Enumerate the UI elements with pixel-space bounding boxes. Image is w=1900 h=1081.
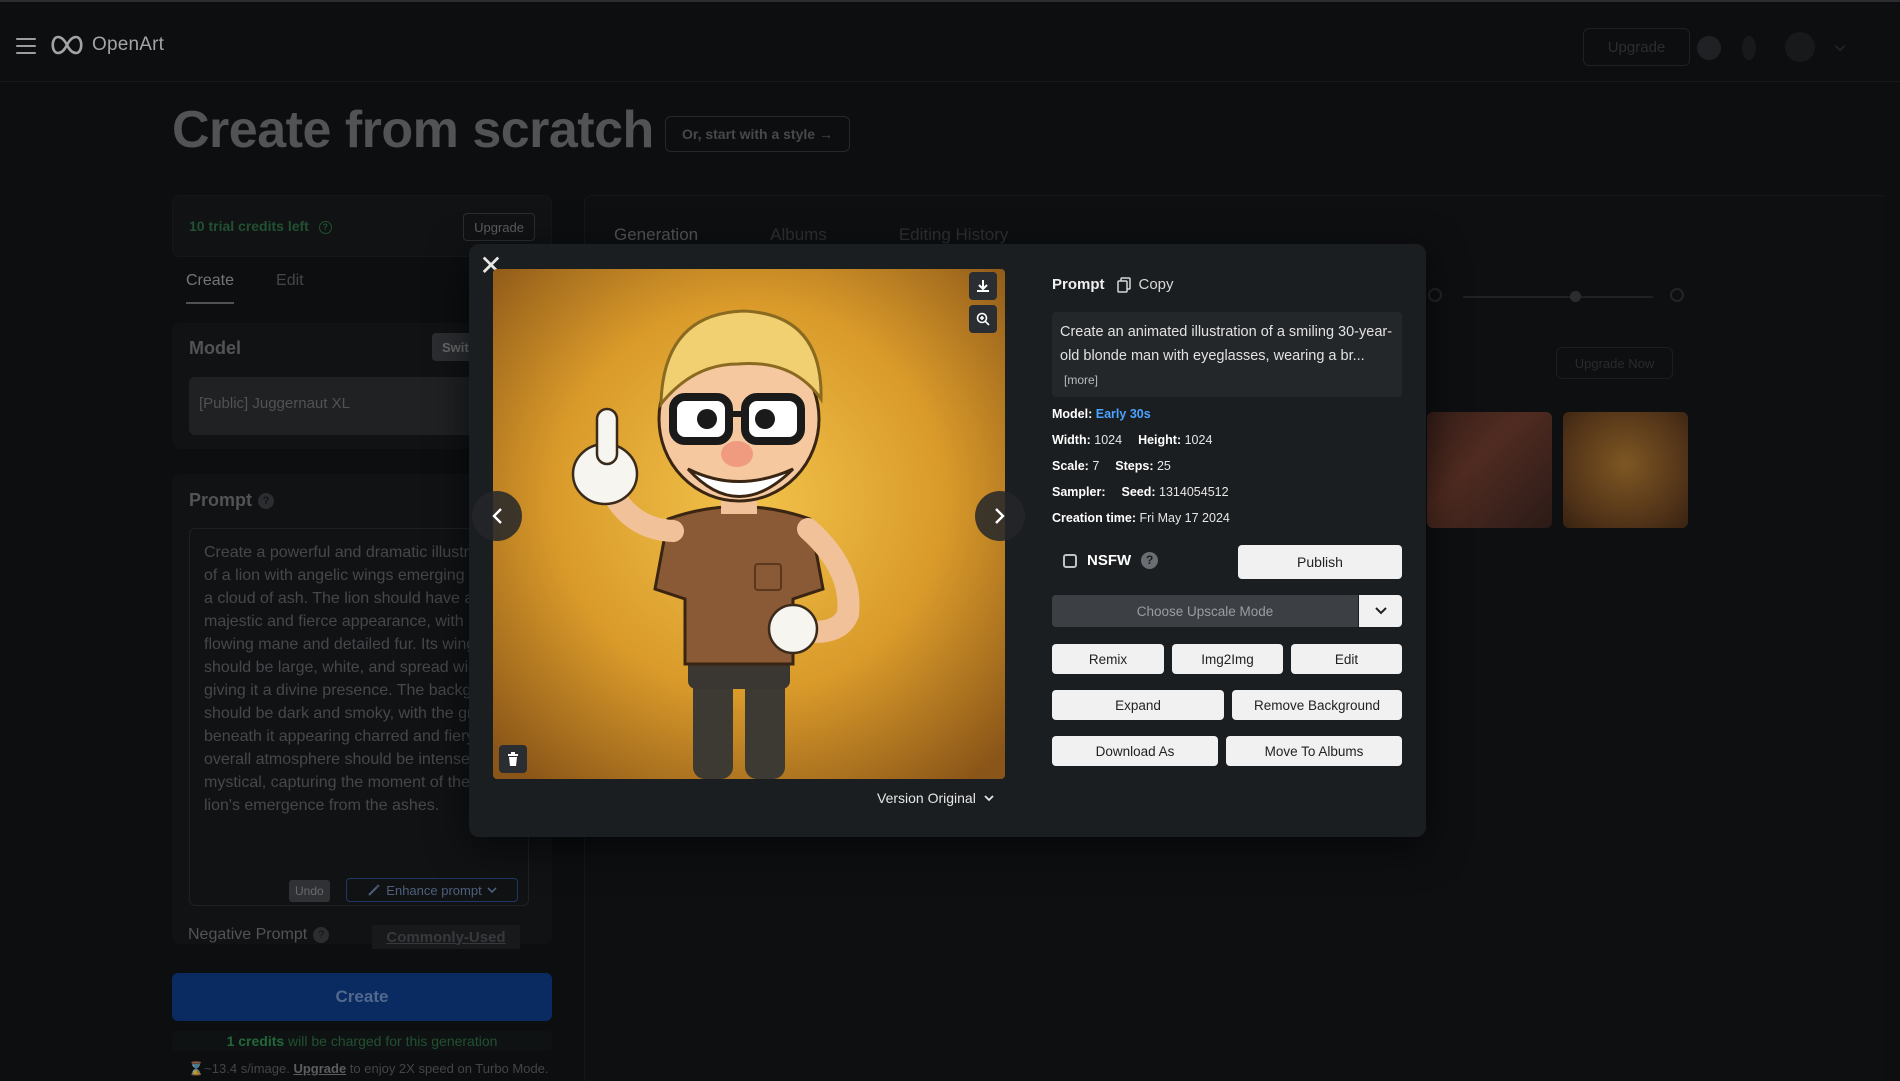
creation-row: Creation time: Fri May 17 2024: [1052, 511, 1230, 525]
copy-icon: [1116, 276, 1131, 293]
upscale-dropdown-button[interactable]: [1359, 595, 1402, 627]
chevron-down-icon: [984, 795, 994, 802]
chevron-right-icon: [995, 508, 1005, 524]
remove-background-button[interactable]: Remove Background: [1232, 690, 1402, 720]
upscale-mode-select[interactable]: Choose Upscale Mode: [1052, 595, 1358, 627]
more-link[interactable]: [more]: [1064, 373, 1098, 387]
size-row: Width: 1024 Height: 1024: [1052, 433, 1213, 447]
prompt-text: Create an animated illustration of a smi…: [1060, 324, 1393, 364]
cartoon-man-illustration: [493, 269, 1005, 779]
prompt-text-box: Create an animated illustration of a smi…: [1052, 312, 1402, 397]
model-link[interactable]: Early 30s: [1096, 407, 1151, 421]
img2img-button[interactable]: Img2Img: [1172, 644, 1283, 674]
prompt-header: Prompt Copy: [1052, 276, 1174, 293]
version-label: Version Original: [877, 790, 976, 806]
zoom-image-button[interactable]: [969, 305, 997, 333]
version-selector[interactable]: Version Original: [877, 790, 994, 806]
copy-label: Copy: [1138, 276, 1174, 293]
next-image-button[interactable]: [975, 491, 1025, 541]
prompt-title: Prompt: [1052, 276, 1105, 293]
delete-image-button[interactable]: [499, 745, 527, 773]
generated-image[interactable]: [493, 269, 1005, 779]
move-to-albums-button[interactable]: Move To Albums: [1226, 736, 1402, 766]
nsfw-toggle[interactable]: NSFW ?: [1063, 552, 1159, 569]
copy-prompt-button[interactable]: Copy: [1116, 276, 1174, 293]
help-icon[interactable]: ?: [1141, 552, 1159, 569]
nsfw-checkbox[interactable]: [1063, 553, 1077, 568]
model-row: Model: Early 30s: [1052, 407, 1151, 421]
download-image-button[interactable]: [969, 272, 997, 300]
remix-button[interactable]: Remix: [1052, 644, 1164, 674]
scale-row: Scale: 7 Steps: 25: [1052, 459, 1171, 473]
zoom-in-icon: [976, 312, 990, 326]
chevron-left-icon: [492, 508, 502, 524]
publish-button[interactable]: Publish: [1238, 545, 1402, 579]
previous-image-button[interactable]: [472, 491, 522, 541]
trash-icon: [508, 752, 518, 766]
download-icon: [977, 280, 989, 292]
edit-button[interactable]: Edit: [1291, 644, 1402, 674]
download-as-button[interactable]: Download As: [1052, 736, 1218, 766]
expand-button[interactable]: Expand: [1052, 690, 1224, 720]
sampler-row: Sampler: Seed: 1314054512: [1052, 485, 1229, 499]
nsfw-label: NSFW: [1087, 552, 1132, 569]
chevron-down-icon: [1374, 607, 1387, 615]
